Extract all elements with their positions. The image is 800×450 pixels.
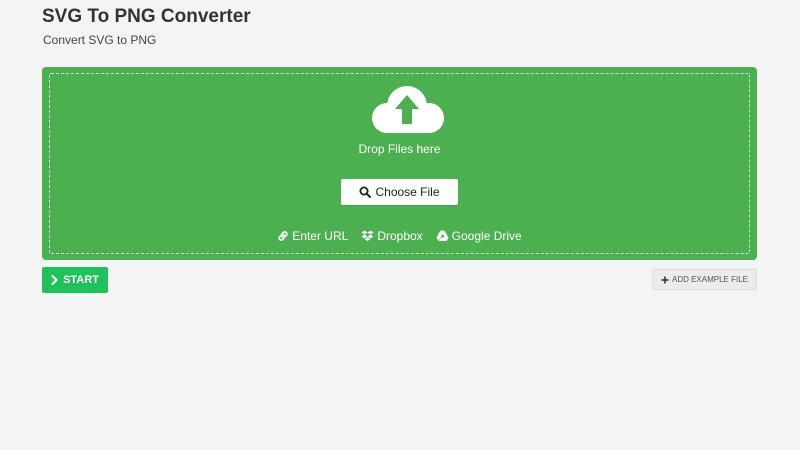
add-example-file-label: ADD EXAMPLE FILE [671, 275, 749, 284]
chevron-right-icon [51, 275, 59, 285]
dropbox-label: Dropbox [377, 229, 423, 243]
enter-url-link[interactable]: Enter URL [277, 229, 348, 243]
file-dropzone[interactable]: Drop Files here Choose File Enter URL Dr… [42, 67, 757, 260]
page-subtitle: Convert SVG to PNG [43, 33, 157, 47]
page-title: SVG To PNG Converter [42, 6, 251, 27]
page: SVG To PNG Converter Convert SVG to PNG … [0, 0, 800, 450]
link-icon [277, 230, 289, 242]
choose-file-button[interactable]: Choose File [341, 179, 458, 205]
choose-file-label: Choose File [375, 185, 440, 199]
google-drive-icon [436, 230, 449, 242]
start-label: START [63, 274, 99, 286]
dropzone-border: Drop Files here Choose File Enter URL Dr… [49, 73, 750, 254]
dropbox-icon [361, 230, 374, 242]
search-icon [359, 186, 372, 198]
cloud-upload-icon [371, 84, 445, 138]
google-drive-label: Google Drive [451, 229, 522, 243]
enter-url-label: Enter URL [292, 229, 349, 243]
google-drive-link[interactable]: Google Drive [436, 229, 522, 243]
add-example-file-button[interactable]: ADD EXAMPLE FILE [652, 269, 757, 290]
drop-files-text: Drop Files here [358, 142, 441, 156]
plus-icon [661, 276, 669, 284]
start-button[interactable]: START [42, 267, 108, 293]
upload-sources: Enter URL Dropbox Google Drive [50, 229, 749, 243]
dropbox-link[interactable]: Dropbox [361, 229, 423, 243]
